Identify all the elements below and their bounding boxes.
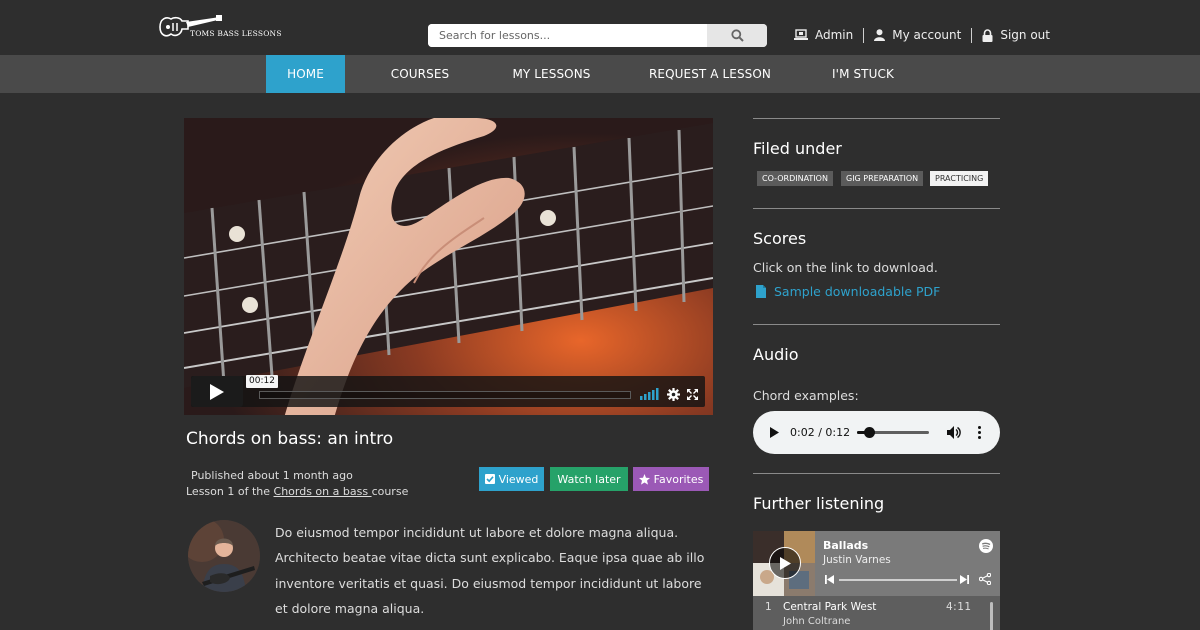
video-player[interactable] [184,118,713,415]
lesson-title: Chords on bass: an intro [186,429,394,449]
brand-name[interactable]: TOMS BASS LESSONS [190,29,282,38]
track-artist: John Coltrane [783,616,851,627]
checkbox-checked-icon [484,474,495,484]
audio-heading: Audio [753,345,799,364]
watch-later-label: Watch later [557,472,621,486]
divider [753,473,1000,474]
play-icon [779,556,791,570]
search-input[interactable] [428,24,707,47]
volume-icon[interactable] [947,426,961,439]
divider [753,324,1000,325]
further-listening-heading: Further listening [753,494,885,513]
nav-home[interactable]: HOME [266,55,345,93]
audio-player: 0:02 / 0:12 [753,411,1000,454]
tag-gig-preparation[interactable]: GIG PREPARATION [841,171,924,186]
audio-time: 0:02 / 0:12 [790,426,851,439]
spotify-play-button[interactable] [769,547,801,579]
pdf-download-link[interactable]: Sample downloadable PDF [756,284,940,299]
lesson-body-text: Do eiusmod tempor incididunt ut labore e… [275,525,705,616]
video-timecode: 00:12 [246,375,278,388]
viewed-label: Viewed [498,472,539,486]
my-account-link[interactable]: My account [874,28,961,42]
lesson-suffix: course [371,485,409,498]
track-list-scrollbar[interactable] [990,602,993,630]
sign-out-link[interactable]: Sign out [982,28,1050,42]
divider [753,118,1000,119]
spotify-logo-icon[interactable] [979,539,993,553]
album-artwork[interactable] [753,531,815,596]
track-title: Central Park West [783,601,877,613]
divider [971,27,973,43]
search-icon [730,29,744,42]
user-icon [874,29,886,41]
nav-request-a-lesson[interactable]: REQUEST A LESSON [640,55,780,93]
audio-label: Chord examples: [753,388,859,403]
audio-play-icon[interactable] [770,427,779,438]
account-links: Admin My account Sign out [794,26,1050,44]
video-frame-image [184,118,713,415]
play-icon [210,383,224,400]
nav-im-stuck[interactable]: I'M STUCK [818,55,908,93]
filed-under-heading: Filed under [753,139,842,158]
nav-courses[interactable]: COURSES [370,55,470,93]
nav-my-lessons[interactable]: MY LESSONS [500,55,603,93]
main-nav: HOME COURSES MY LESSONS REQUEST A LESSON… [0,55,1200,93]
search-button[interactable] [707,24,767,47]
more-options-icon[interactable] [978,426,981,439]
favorites-button[interactable]: Favorites [633,467,709,491]
scores-heading: Scores [753,229,807,248]
share-icon[interactable] [979,573,991,585]
track-duration: 4:11 [946,601,972,613]
top-bar: TOMS BASS LESSONS Admin My account [0,0,1200,55]
fullscreen-icon[interactable] [687,389,698,400]
sign-out-label: Sign out [1000,28,1050,42]
tag-practicing[interactable]: PRACTICING [930,171,989,186]
track-row[interactable]: 1 Central Park West John Coltrane 4:11 [753,596,1000,630]
avatar-photo [188,520,260,592]
track-progress-bar[interactable] [839,579,957,581]
previous-track-icon[interactable] [825,575,834,584]
audio-seek-knob[interactable] [864,427,876,438]
divider [863,27,865,43]
search-box [428,24,767,47]
scores-text: Click on the link to download. [753,260,938,275]
my-account-label: My account [892,28,962,42]
audio-seek-bar[interactable] [857,427,929,438]
watch-later-button[interactable]: Watch later [550,467,628,491]
viewed-button[interactable]: Viewed [479,467,544,491]
file-icon [756,285,766,298]
track-number: 1 [765,601,772,613]
published-date: Published about 1 month ago [191,469,353,482]
admin-link[interactable]: Admin [794,28,853,42]
favorites-label: Favorites [653,472,704,486]
author-avatar [188,520,260,592]
star-icon [638,473,650,485]
album-artist[interactable]: Justin Varnes [823,554,891,566]
lesson-prefix: Lesson 1 of the [186,485,274,498]
settings-gear-icon[interactable] [667,388,680,401]
laptop-icon [794,29,808,40]
course-link[interactable]: Chords on a bass [274,485,372,498]
spotify-embed: Ballads Justin Varnes 1 Central Park Wes… [753,531,1000,630]
divider [753,208,1000,209]
tag-co-ordination[interactable]: CO-ORDINATION [757,171,833,186]
lesson-course-info: Lesson 1 of the Chords on a bass course [186,485,408,498]
next-track-icon[interactable] [960,575,969,584]
play-button[interactable] [191,376,243,407]
video-progress-bar[interactable] [259,391,631,399]
lock-icon [982,28,993,42]
pdf-link-label: Sample downloadable PDF [774,284,941,299]
album-title[interactable]: Ballads [823,539,868,552]
admin-label: Admin [815,28,854,42]
volume-bars-icon[interactable] [640,388,659,400]
